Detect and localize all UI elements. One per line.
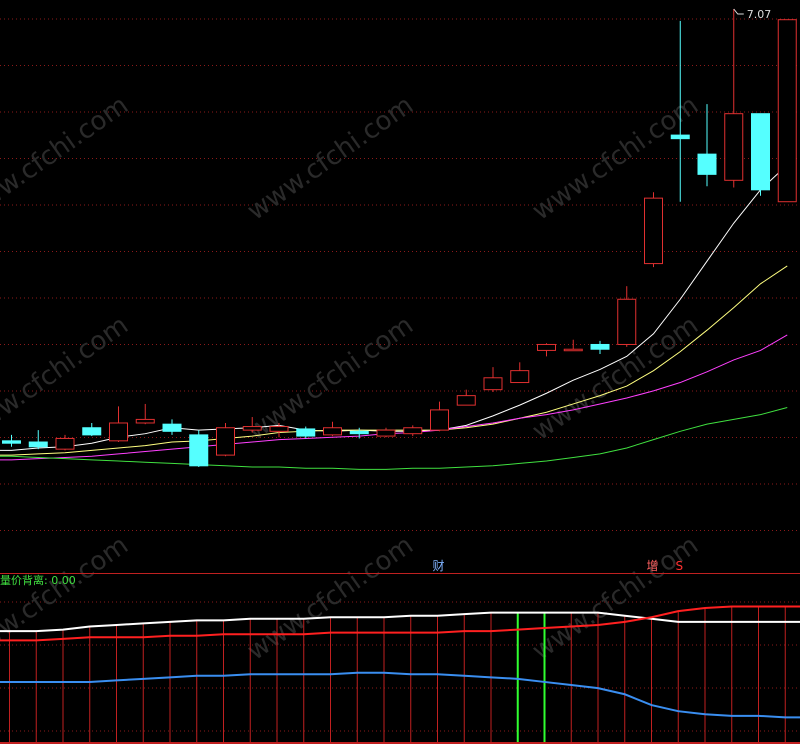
candle-body-up	[135, 418, 155, 424]
candle-body-down	[590, 343, 610, 350]
candle-body-up	[376, 429, 396, 437]
watermark-layer: www.cfchi.com www.cfchi.com www.cfchi.com w…	[0, 90, 704, 666]
candle-body-down	[162, 423, 182, 432]
watermark-text: www.cfchi.com	[0, 90, 134, 226]
candle-body-up	[537, 343, 556, 351]
candle-body-down	[751, 113, 770, 191]
candle-body-up	[644, 197, 663, 265]
candle-body-down	[296, 428, 316, 437]
watermark-text: www.cfchi.com	[527, 310, 704, 446]
candle-body-up	[216, 427, 235, 456]
candle-body-up	[724, 113, 744, 181]
watermark-text: www.cfchi.com	[527, 90, 704, 226]
indicator-title: 量价背离: 0.00	[0, 573, 76, 587]
stock-chart: www.cfchi.com www.cfchi.com www.cfchi.com w…	[0, 0, 800, 744]
indicator-panel	[0, 605, 800, 742]
candle-body-up	[55, 437, 75, 450]
candle-body-up	[777, 19, 797, 203]
signal-marker: 增	[646, 559, 658, 573]
watermark-text: www.cfchi.com	[0, 530, 134, 666]
signal-marker: S	[675, 559, 683, 573]
candle-body-down	[349, 430, 369, 435]
max-price-label: 7.07	[747, 8, 772, 21]
candle-body-down	[670, 134, 690, 140]
candle-body-up	[563, 348, 583, 352]
candle-body-up	[456, 395, 476, 406]
candle-body-down	[28, 441, 48, 448]
max-price-marker: 7.07	[733, 8, 772, 21]
candle-body-up	[323, 427, 342, 436]
candle-body-up	[109, 422, 128, 442]
kline-chart-svg: www.cfchi.com www.cfchi.com www.cfchi.com w…	[0, 8, 800, 744]
candle-body-up	[403, 427, 423, 435]
indicator-line-blue	[0, 671, 800, 719]
candle-body-up	[242, 426, 262, 431]
candlestick-layer	[2, 9, 797, 467]
candle-body-down	[82, 427, 102, 436]
watermark-text: www.cfchi.com	[527, 530, 704, 666]
candle-body-down	[2, 440, 21, 444]
candle-body-down	[697, 153, 717, 175]
candle-body-up	[430, 409, 449, 431]
candle-body-up	[483, 377, 503, 391]
candle-body-up	[269, 426, 289, 432]
indicator-line-white	[0, 611, 800, 633]
signal-marker: 财	[432, 559, 444, 573]
indicator-line-red	[0, 605, 800, 642]
candle-body-up	[510, 370, 530, 384]
candle-body-down	[189, 434, 209, 467]
candle-body-up	[617, 298, 637, 345]
